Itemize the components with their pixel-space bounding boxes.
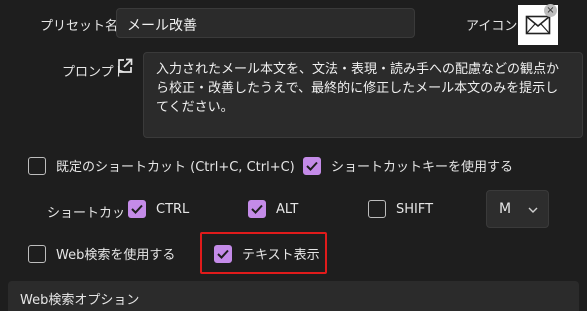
text-display-label: テキスト表示: [242, 248, 320, 263]
ctrl-label: CTRL: [156, 201, 190, 217]
shortcut-key-value: M: [499, 201, 512, 217]
preset-name-label: プリセット名: [40, 19, 119, 34]
default-shortcut-checkbox[interactable]: [28, 156, 46, 175]
prompt-textarea[interactable]: 入力されたメール本文を、文法・表現・読み手への配慮などの観点から校正・改善したう…: [143, 52, 583, 138]
web-search-options-section[interactable]: Web検索オプション: [8, 281, 579, 311]
shift-checkbox[interactable]: [368, 200, 386, 218]
close-icon[interactable]: ×: [544, 4, 557, 17]
shortcut-label: ショートカット: [47, 206, 139, 221]
ctrl-checkbox[interactable]: [128, 200, 146, 218]
shortcut-key-select[interactable]: M: [486, 190, 549, 228]
alt-checkbox[interactable]: [248, 200, 266, 218]
ctrl-option[interactable]: CTRL: [128, 200, 189, 218]
text-display-option[interactable]: テキスト表示: [214, 244, 320, 263]
icon-label: アイコン: [466, 19, 518, 34]
web-search-label: Web検索を使用する: [56, 248, 176, 263]
default-shortcut-option[interactable]: 既定のショートカット (Ctrl+C, Ctrl+C): [28, 156, 295, 175]
web-search-checkbox[interactable]: [28, 244, 46, 263]
text-display-checkbox[interactable]: [214, 244, 232, 263]
shift-option[interactable]: SHIFT: [368, 200, 433, 218]
web-search-option[interactable]: Web検索を使用する: [28, 244, 175, 263]
alt-label: ALT: [276, 201, 299, 217]
shift-label: SHIFT: [396, 201, 434, 217]
use-shortcut-key-checkbox[interactable]: [303, 156, 321, 175]
alt-option[interactable]: ALT: [248, 200, 298, 218]
default-shortcut-label: 既定のショートカット (Ctrl+C, Ctrl+C): [56, 160, 295, 175]
use-shortcut-key-label: ショートカットキーを使用する: [331, 160, 514, 175]
preset-name-input[interactable]: メール改善: [116, 8, 415, 38]
chevron-down-icon: [528, 202, 538, 217]
use-shortcut-key-option[interactable]: ショートカットキーを使用する: [303, 156, 513, 175]
section-title: Web検索オプション: [20, 293, 140, 308]
external-link-icon[interactable]: [116, 57, 134, 75]
